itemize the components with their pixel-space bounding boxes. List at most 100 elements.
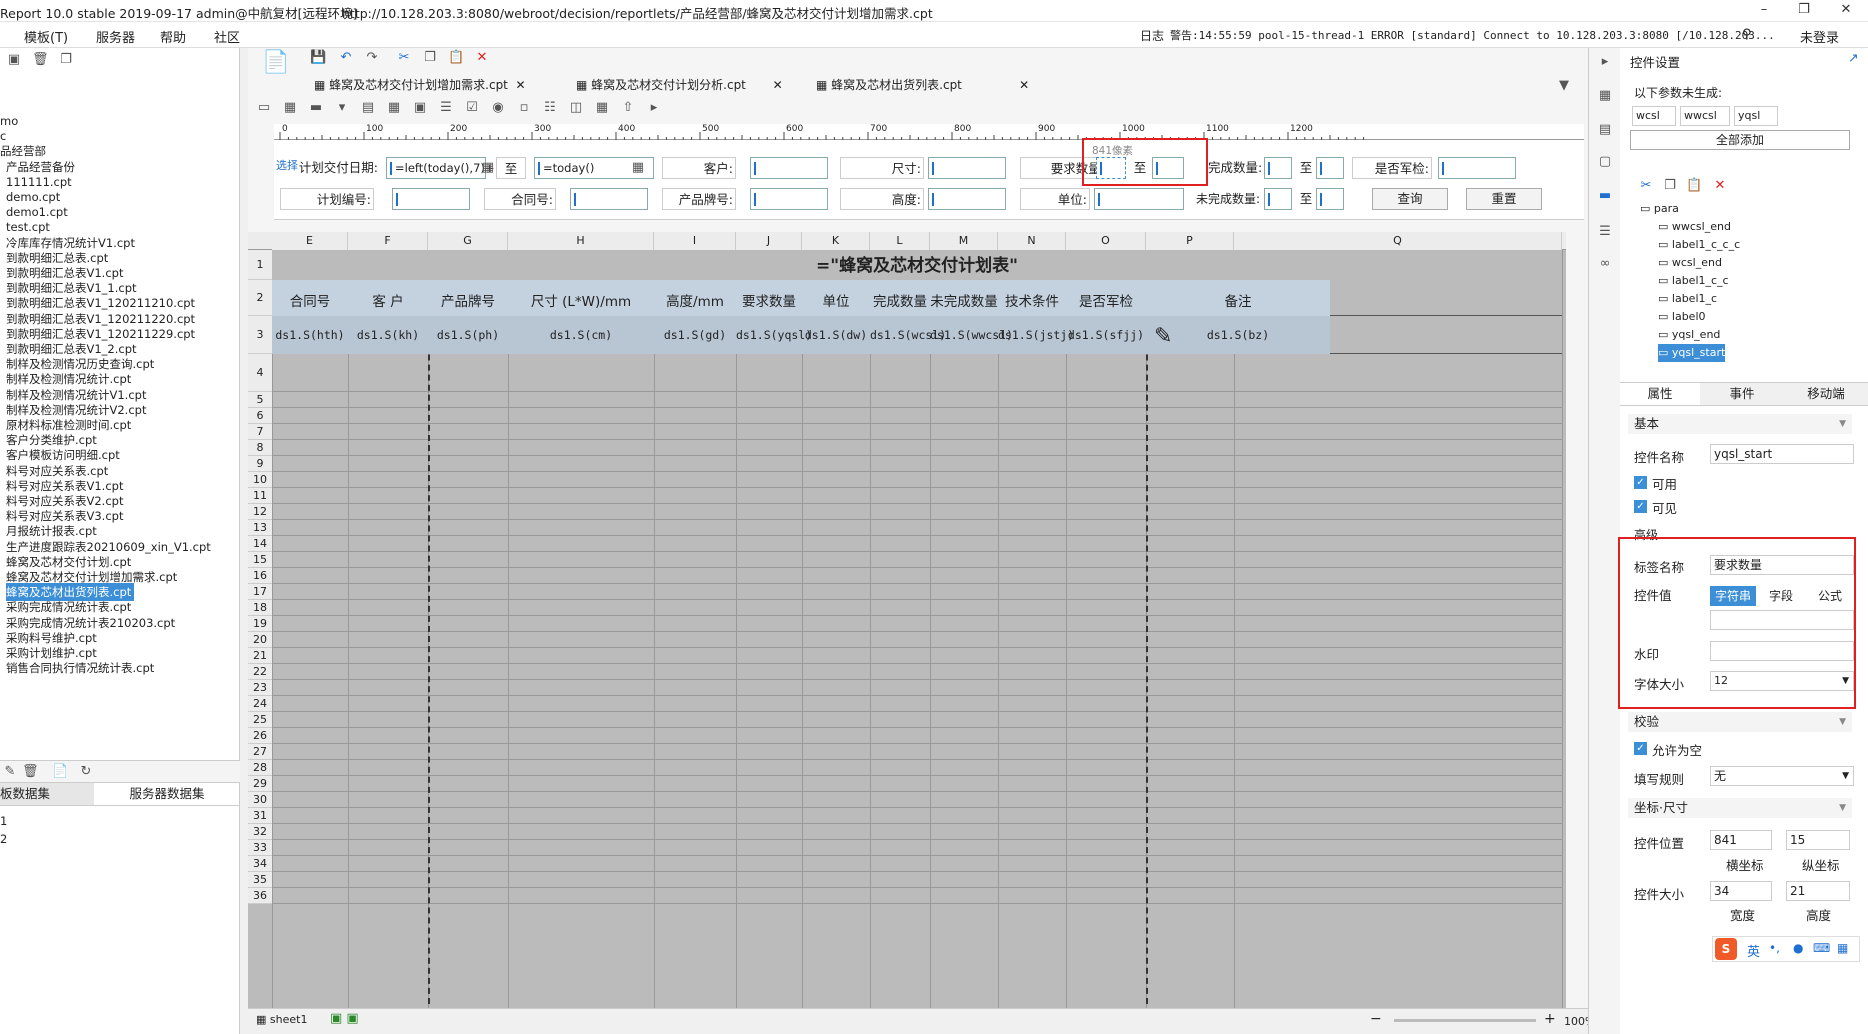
row-number[interactable]: 2 (248, 280, 272, 316)
column-header[interactable]: H (508, 232, 654, 250)
column-header[interactable]: P (1146, 232, 1234, 250)
widget-number-icon[interactable]: ▣ (412, 100, 428, 116)
height-field[interactable] (928, 188, 1006, 210)
search-icon[interactable]: ⚲ (1742, 27, 1752, 42)
maximize-button[interactable]: ❐ (1784, 0, 1824, 22)
query-button[interactable]: 查询 (1372, 188, 1448, 210)
data-cell[interactable]: ds1.S(kh) (348, 328, 428, 342)
dataset-item[interactable]: 2 (0, 830, 236, 848)
collapse-icon[interactable]: ▸ (1597, 54, 1613, 70)
column-header[interactable]: G (428, 232, 508, 250)
column-header[interactable]: M (930, 232, 998, 250)
row-number[interactable]: 21 (248, 648, 272, 664)
calendar-icon[interactable]: ▦ (480, 160, 496, 176)
widget-tree-item[interactable]: ▭ label1_c_c (1658, 272, 1729, 290)
row-number[interactable]: 4 (248, 354, 272, 392)
undo-icon[interactable]: ↶ (338, 50, 354, 66)
product-grade-field[interactable] (750, 188, 828, 210)
data-cell[interactable]: ds1.S(bz) (1146, 328, 1330, 342)
row-number[interactable]: 23 (248, 680, 272, 696)
contract-no-field[interactable] (570, 188, 648, 210)
fontsize-select[interactable]: 12 ▼ (1710, 671, 1854, 691)
cut-widget-icon[interactable]: ✂ (1638, 178, 1654, 194)
height-input[interactable]: 21 (1786, 881, 1850, 901)
row-number[interactable]: 15 (248, 552, 272, 568)
column-header[interactable]: J (736, 232, 802, 250)
delete-widget-icon[interactable]: ✕ (1712, 178, 1728, 194)
row-number[interactable]: 10 (248, 472, 272, 488)
data-cell[interactable]: ds1.S(yqsl) (736, 328, 812, 342)
tab-current[interactable]: ▦ 蜂窝及芯材交付计划增加需求.cpt ✕ (314, 74, 526, 96)
login-status[interactable]: 未登录 (1800, 27, 1839, 46)
data-cell[interactable]: ds1.S(cm) (508, 328, 654, 342)
plan-no-field[interactable] (392, 188, 470, 210)
calendar-icon[interactable]: ▦ (630, 160, 646, 176)
reset-button[interactable]: 重置 (1466, 188, 1542, 210)
enabled-checkbox[interactable]: ✓ (1634, 476, 1647, 489)
row-number[interactable]: 9 (248, 456, 272, 472)
tab-shipment[interactable]: ▦ 蜂窝及芯材出货列表.cpt ✕ (816, 74, 1029, 96)
widget-tree-item[interactable]: ▭ label1_c_c_c (1658, 236, 1740, 254)
row-number[interactable]: 8 (248, 440, 272, 456)
widget-settings-icon[interactable]: ▬ (1597, 188, 1613, 204)
tab-template-dataset[interactable]: 板数据集 (0, 783, 94, 805)
widget-textarea-icon[interactable]: ▫ (516, 100, 532, 116)
widget-text-icon[interactable]: ▦ (282, 100, 298, 116)
param-chip[interactable]: wcsl (1632, 106, 1676, 126)
pos-x-input[interactable]: 841 (1710, 830, 1772, 850)
report-title-cell[interactable]: ="蜂窝及芯材交付计划表" (272, 252, 1562, 280)
widget-tree-item[interactable]: ▭ wcsl_end (1658, 254, 1722, 272)
param-chip[interactable]: wwcsl (1680, 106, 1730, 126)
delete-icon[interactable]: 🗑 (32, 52, 49, 68)
widget-value-input[interactable] (1710, 610, 1854, 630)
row-number[interactable]: 29 (248, 776, 272, 792)
log-label[interactable]: 日志 (1140, 27, 1164, 44)
row-number[interactable]: 12 (248, 504, 272, 520)
widget-tree-icon[interactable]: ☷ (542, 100, 558, 116)
data-cell[interactable]: ds1.S(dw) (802, 328, 870, 342)
header-cell[interactable]: 产品牌号 (428, 290, 508, 310)
size-field[interactable] (928, 157, 1006, 179)
redo-icon[interactable]: ↷ (364, 50, 380, 66)
data-cell[interactable]: ds1.S(wwcsl) (930, 328, 1013, 342)
new-folder-icon[interactable]: ▣ (6, 52, 22, 68)
header-cell[interactable]: 高度/mm (654, 290, 736, 310)
widget-more-icon[interactable]: ▸ (646, 100, 662, 116)
column-header[interactable]: Q (1234, 232, 1562, 250)
row-number[interactable]: 31 (248, 808, 272, 824)
save-icon[interactable]: 💾 (310, 50, 326, 66)
pin-icon[interactable]: ↗ (1848, 50, 1858, 65)
header-cell[interactable]: 单位 (802, 290, 870, 310)
row-number[interactable]: 22 (248, 664, 272, 680)
widget-tree-item[interactable]: ▭ label0 (1658, 308, 1706, 326)
data-cell[interactable]: ds1.S(wcsl) (870, 328, 946, 342)
header-cell[interactable]: 备注 (1146, 290, 1330, 310)
preview-icon[interactable]: 📄 (52, 764, 68, 780)
zoom-in-icon[interactable]: + (1544, 1011, 1556, 1027)
row-number[interactable]: 6 (248, 408, 272, 424)
tab-properties[interactable]: 属性 (1620, 383, 1700, 405)
undone-qty-start-field[interactable] (1264, 188, 1292, 210)
widget-upload-icon[interactable]: ⇧ (620, 100, 636, 116)
value-mode-field[interactable]: 字段 (1758, 586, 1804, 606)
undone-qty-end-field[interactable] (1316, 188, 1344, 210)
sheet-tab[interactable]: ▦ sheet1 (256, 1013, 307, 1026)
zoom-out-icon[interactable]: − (1370, 1011, 1382, 1027)
widget-tree-item[interactable]: ▭ label1_c (1658, 290, 1717, 308)
data-cell[interactable]: ds1.S(hth) (272, 328, 348, 342)
column-header[interactable]: E (272, 232, 348, 250)
width-input[interactable]: 34 (1710, 881, 1772, 901)
header-cell[interactable]: 客 户 (348, 290, 428, 310)
widget-radio-icon[interactable]: ◉ (490, 100, 506, 116)
header-cell[interactable]: 是否军检 (1066, 290, 1146, 310)
ime-mic-icon[interactable]: ● (1793, 941, 1803, 955)
row-number[interactable]: 11 (248, 488, 272, 504)
rule-select[interactable]: 无 ▼ (1710, 766, 1854, 786)
cell-props-icon[interactable]: ▦ (1597, 88, 1613, 104)
row-number[interactable]: 13 (248, 520, 272, 536)
menu-server[interactable]: 服务器 (96, 27, 135, 46)
row-number[interactable]: 35 (248, 872, 272, 888)
label-name-input[interactable]: 要求数量 (1710, 555, 1854, 575)
pos-y-input[interactable]: 15 (1786, 830, 1850, 850)
value-mode-formula[interactable]: 公式 (1806, 586, 1854, 606)
